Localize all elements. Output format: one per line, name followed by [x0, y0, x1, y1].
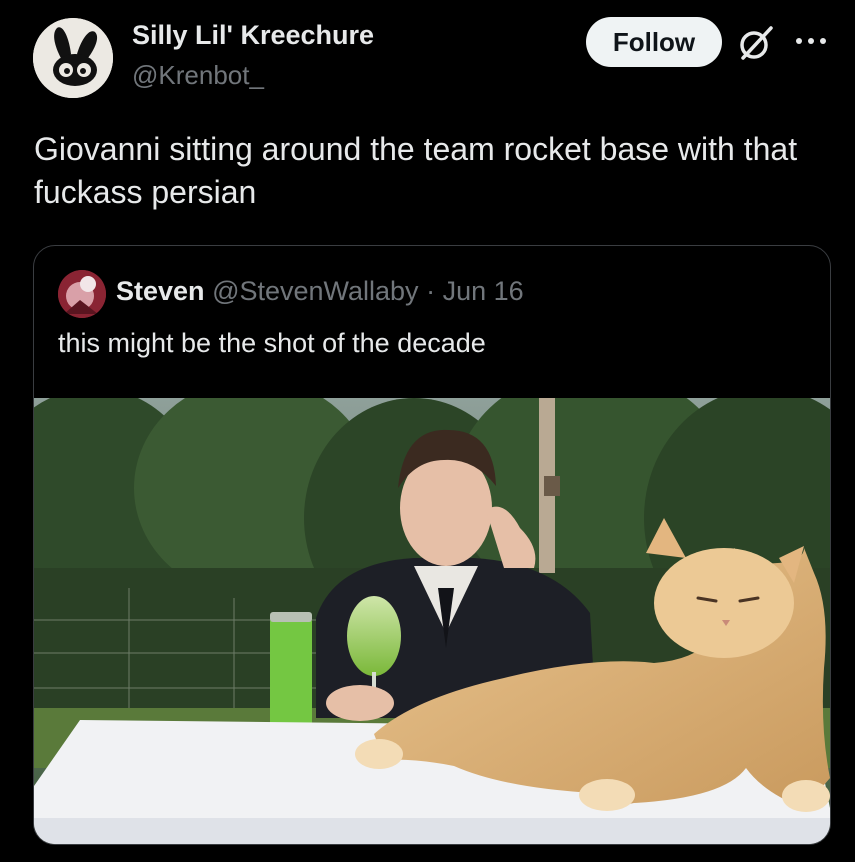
- bunny-avatar-icon: [33, 18, 113, 98]
- quoted-tweet-card[interactable]: Steven @StevenWallaby · Jun 16 this migh…: [33, 245, 831, 845]
- quoted-handle[interactable]: @StevenWallaby: [212, 276, 419, 306]
- more-dots-icon[interactable]: [791, 28, 831, 54]
- author-handle[interactable]: @Krenbot_: [132, 60, 264, 91]
- quoted-date[interactable]: Jun 16: [443, 276, 524, 306]
- tweet-header: Silly Lil' Kreechure @Krenbot_ Follow: [0, 0, 855, 110]
- author-display-name[interactable]: Silly Lil' Kreechure: [132, 20, 374, 51]
- grok-icon[interactable]: [737, 24, 775, 62]
- quoted-tweet-text: this might be the shot of the decade: [58, 328, 486, 358]
- quoted-author-avatar[interactable]: [58, 270, 106, 318]
- follow-button[interactable]: Follow: [586, 17, 722, 67]
- author-avatar[interactable]: [33, 18, 113, 98]
- quoted-meta: Steven @StevenWallaby · Jun 16: [116, 276, 524, 307]
- tweet-text: Giovanni sitting around the team rocket …: [34, 131, 798, 210]
- quoted-avatar-image-icon: [58, 270, 106, 318]
- meta-separator: ·: [426, 276, 436, 306]
- quoted-photo[interactable]: [34, 398, 830, 844]
- quoted-display-name[interactable]: Steven: [116, 276, 205, 306]
